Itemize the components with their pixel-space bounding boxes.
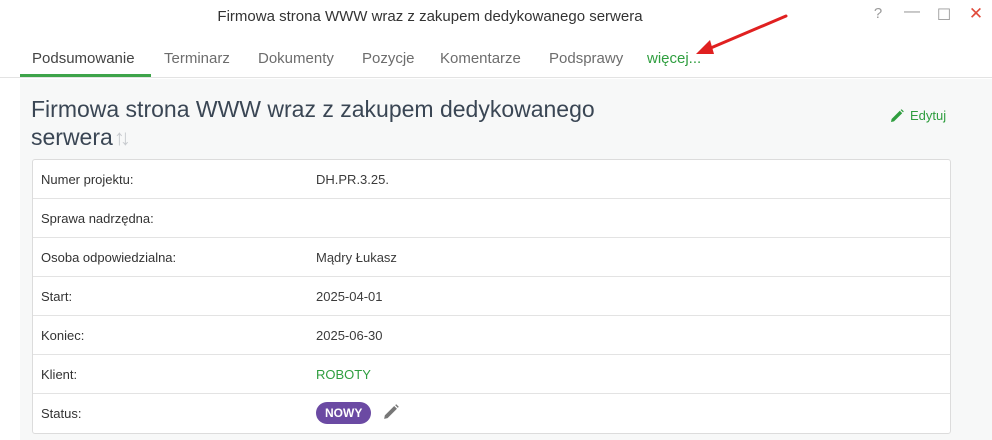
table-row: Start: 2025-04-01 bbox=[33, 277, 950, 316]
client-link[interactable]: ROBOTY bbox=[316, 367, 371, 382]
table-row: Sprawa nadrzędna: bbox=[33, 199, 950, 238]
tab-podsprawy[interactable]: Podsprawy bbox=[549, 50, 623, 67]
close-icon[interactable]: ✕ bbox=[966, 4, 986, 24]
sort-icon[interactable]: ↑↓ bbox=[114, 124, 131, 152]
tab-dokumenty[interactable]: Dokumenty bbox=[258, 50, 334, 67]
end-value: 2025-06-30 bbox=[316, 328, 383, 343]
edit-status-pencil-icon[interactable] bbox=[383, 404, 399, 420]
responsible-value: Mądry Łukasz bbox=[316, 250, 397, 265]
table-row: Numer projektu: DH.PR.3.25. bbox=[33, 160, 950, 199]
edit-label: Edytuj bbox=[910, 108, 947, 123]
tab-podsumowanie[interactable]: Podsumowanie bbox=[32, 50, 135, 67]
details-table: Numer projektu: DH.PR.3.25. Sprawa nadrz… bbox=[32, 159, 951, 434]
responsible-label: Osoba odpowiedzialna: bbox=[41, 250, 177, 265]
status-label: Status: bbox=[41, 406, 82, 421]
pencil-icon bbox=[891, 109, 904, 122]
start-label: Start: bbox=[41, 289, 73, 304]
table-row: Klient: ROBOTY bbox=[33, 355, 950, 394]
start-value: 2025-04-01 bbox=[316, 289, 383, 304]
tab-pozycje[interactable]: Pozycje bbox=[362, 50, 415, 67]
title-bar: Firmowa strona WWW wraz z zakupem dedyko… bbox=[0, 0, 992, 36]
active-tab-indicator bbox=[20, 74, 151, 77]
tab-bar: Podsumowanie Terminarz Dokumenty Pozycje… bbox=[0, 36, 992, 78]
tab-komentarze[interactable]: Komentarze bbox=[440, 50, 521, 67]
project-number-value: DH.PR.3.25. bbox=[316, 172, 389, 187]
page-title: Firmowa strona WWW wraz z zakupem dedyko… bbox=[31, 95, 631, 152]
table-row: Status: NOWY bbox=[33, 394, 950, 433]
parent-case-label: Sprawa nadrzędna: bbox=[41, 211, 154, 226]
content-panel: Firmowa strona WWW wraz z zakupem dedyko… bbox=[20, 79, 992, 440]
table-row: Osoba odpowiedzialna: Mądry Łukasz bbox=[33, 238, 950, 277]
maximize-icon[interactable]: ☐ bbox=[934, 5, 954, 25]
table-row: Koniec: 2025-06-30 bbox=[33, 316, 950, 355]
annotation-arrow-icon bbox=[696, 14, 788, 54]
minimize-icon[interactable]: — bbox=[902, 3, 922, 21]
end-label: Koniec: bbox=[41, 328, 85, 343]
status-badge: NOWY bbox=[316, 402, 372, 424]
help-icon[interactable]: ? bbox=[868, 5, 888, 22]
edit-button[interactable]: Edytuj bbox=[890, 108, 946, 123]
client-label: Klient: bbox=[41, 367, 78, 382]
tab-terminarz[interactable]: Terminarz bbox=[164, 50, 230, 67]
project-number-label: Numer projektu: bbox=[41, 172, 134, 187]
